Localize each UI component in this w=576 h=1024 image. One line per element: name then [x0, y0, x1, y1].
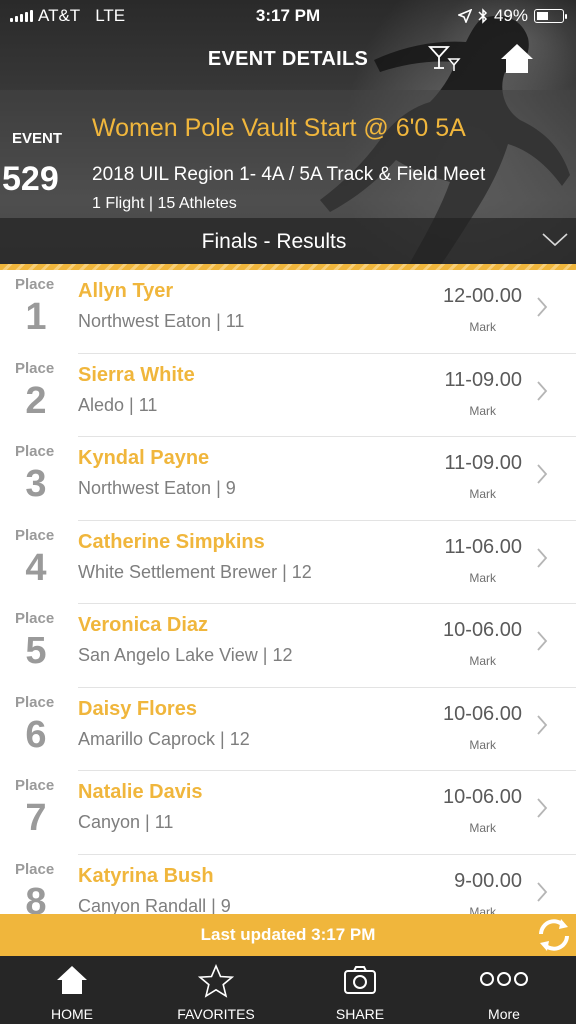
result-row[interactable]: Place 2 Sierra White Aledo | 11 11-09.00 Mark	[0, 354, 576, 437]
home-icon[interactable]	[500, 42, 534, 76]
place-number: 2	[25, 379, 47, 422]
athlete-name: Allyn Tyer	[78, 280, 174, 302]
event-header: AT&T LTE 3:17 PM 49% EVENT DETAILS EVENT…	[0, 0, 576, 266]
battery-percent: 49%	[493, 6, 528, 25]
place-label: Place	[15, 526, 55, 544]
result-row[interactable]: Place 4 Catherine Simpkins White Settlement…	[0, 521, 576, 604]
mark-label: Mark	[469, 570, 496, 585]
mark-label: Mark	[469, 821, 496, 835]
tab-home-label: HOME	[51, 1006, 93, 1022]
place-label: Place	[15, 610, 55, 627]
result-row[interactable]: Place 8 Katyrina Bush Canyon Randall | 9 9-0…	[0, 855, 576, 915]
result-row[interactable]: Place 6 Daisy Flores Amarillo Caprock | 12 1…	[0, 688, 576, 771]
bluetooth-icon	[478, 8, 488, 24]
result-row[interactable]: Place 3 Kyndal Payne Northwest Eaton | 9 11-…	[0, 437, 576, 521]
page-title: EVENT DETAILS	[207, 48, 369, 70]
status-bar: AT&T LTE 3:17 PM 49%	[0, 0, 576, 32]
filter-cocktail-icon[interactable]	[428, 44, 464, 74]
last-updated-bar: Last updated 3:17 PM	[0, 914, 576, 956]
mark-label: Mark	[469, 654, 496, 668]
mark-value: 9-00.00	[454, 869, 522, 892]
athlete-name: Catherine Simpkins	[78, 530, 265, 553]
athlete-school-grade: White Settlement Brewer | 12	[78, 561, 312, 582]
battery-icon	[534, 9, 567, 23]
athlete-school-grade: San Angelo Lake View | 12	[78, 645, 293, 665]
event-title: Women Pole Vault Start @ 6'0 5A	[92, 114, 466, 142]
camera-icon	[344, 966, 376, 994]
event-info-band	[0, 90, 576, 218]
mark-value: 10-06.00	[443, 786, 522, 808]
tab-share[interactable]: SHARE	[288, 956, 432, 1024]
chevron-right-icon[interactable]	[536, 797, 548, 819]
chevron-right-icon[interactable]	[536, 547, 548, 569]
home-icon	[57, 966, 87, 994]
tab-share-label: SHARE	[335, 1006, 385, 1022]
place-label: Place	[15, 693, 55, 711]
tab-bar: HOME FAVORITES SHARE More	[0, 956, 576, 1024]
tab-more[interactable]: More	[432, 956, 576, 1024]
event-number: 529	[2, 160, 59, 198]
place-number: 5	[25, 630, 47, 672]
result-row[interactable]: Place 7 Natalie Davis Canyon | 11 10-06.00 Ma…	[0, 771, 576, 855]
place-number: 1	[25, 296, 47, 338]
chevron-right-icon[interactable]	[536, 630, 548, 652]
athlete-school-grade: Aledo | 11	[78, 394, 158, 415]
results-list[interactable]: Place 1 Allyn Tyer Northwest Eaton | 11 12-0…	[0, 270, 576, 914]
last-updated-text: Last updated 3:17 PM	[200, 925, 376, 944]
place-label: Place	[15, 276, 55, 293]
mark-value: 11-06.00	[444, 535, 522, 558]
athlete-name: Kyndal Payne	[78, 447, 210, 469]
athlete-name: Natalie Davis	[78, 781, 203, 803]
status-right: 49%	[457, 6, 567, 26]
result-row[interactable]: Place 5 Veronica Diaz San Angelo Lake View …	[0, 604, 576, 688]
place-number: 3	[25, 463, 47, 505]
mark-value: 10-06.00	[443, 702, 522, 725]
athlete-name: Daisy Flores	[78, 697, 197, 720]
place-label: Place	[15, 860, 55, 878]
tab-favorites-label: FAVORITES	[177, 1006, 255, 1022]
more-dots-icon	[480, 972, 528, 986]
meet-name: 2018 UIL Region 1- 4A / 5A Track & Field…	[92, 164, 486, 185]
mark-value: 12-00.00	[443, 285, 522, 307]
mark-label: Mark	[469, 904, 496, 915]
results-title[interactable]: Finals - Results	[0, 230, 548, 254]
chevron-right-icon[interactable]	[536, 380, 548, 402]
athlete-name: Sierra White	[78, 363, 195, 386]
place-number: 4	[25, 546, 47, 589]
chevron-down-icon[interactable]	[542, 232, 568, 248]
mark-label: Mark	[469, 320, 496, 334]
tab-favorites[interactable]: FAVORITES	[144, 956, 288, 1024]
mark-value: 10-06.00	[443, 619, 522, 641]
mark-value: 11-09.00	[444, 368, 522, 391]
mark-label: Mark	[469, 487, 496, 501]
athlete-school-grade: Amarillo Caprock | 12	[78, 728, 250, 749]
mark-label: Mark	[469, 737, 496, 752]
chevron-right-icon[interactable]	[536, 463, 548, 485]
refresh-icon[interactable]	[534, 916, 574, 954]
mark-value: 11-09.00	[444, 452, 522, 474]
chevron-right-icon[interactable]	[536, 296, 548, 318]
athlete-school-grade: Canyon Randall | 9	[78, 895, 231, 915]
flight-summary: 1 Flight | 15 Athletes	[92, 195, 237, 212]
event-label: EVENT	[12, 130, 63, 147]
place-label: Place	[15, 359, 55, 377]
athlete-name: Katyrina Bush	[78, 864, 214, 887]
tab-home[interactable]: HOME	[0, 956, 144, 1024]
place-label: Place	[15, 777, 55, 794]
athlete-school-grade: Canyon | 11	[78, 812, 174, 832]
place-number: 6	[25, 713, 47, 756]
athlete-school-grade: Northwest Eaton | 9	[78, 478, 236, 498]
athlete-name: Veronica Diaz	[78, 614, 209, 636]
tab-more-label: More	[488, 1006, 520, 1022]
mark-label: Mark	[469, 403, 496, 418]
place-number: 7	[25, 797, 47, 839]
star-icon	[198, 964, 234, 998]
place-label: Place	[15, 443, 55, 460]
location-arrow-icon	[457, 9, 472, 23]
athlete-school-grade: Northwest Eaton | 11	[78, 311, 245, 331]
chevron-right-icon[interactable]	[536, 714, 548, 736]
place-number: 8	[25, 880, 47, 915]
chevron-right-icon[interactable]	[536, 881, 548, 903]
result-row[interactable]: Place 1 Allyn Tyer Northwest Eaton | 11 12-0…	[0, 270, 576, 354]
